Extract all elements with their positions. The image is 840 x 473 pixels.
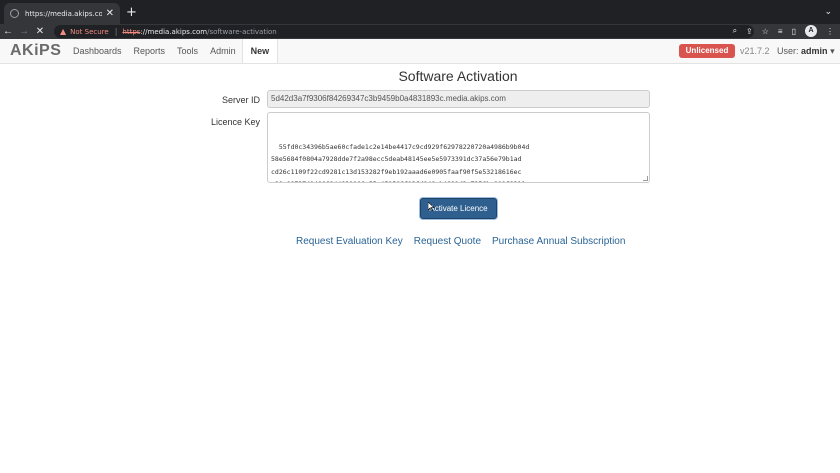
licence-key-textarea[interactable]: 55fd0c34396b5ae60cfade1c2e14be4417c9cd92… <box>267 112 650 183</box>
star-icon[interactable]: ☆ <box>762 27 769 36</box>
licence-key-text: 55fd0c34396b5ae60cfade1c2e14be4417c9cd92… <box>271 142 530 183</box>
profile-avatar[interactable]: A <box>805 25 817 37</box>
toolbar-actions: ⌕ ⇪ ☆ ≡ ▯ A ⋮ <box>733 25 834 37</box>
caret-down-icon: ▾ <box>830 46 835 56</box>
url-host: media.akips.com <box>147 27 208 36</box>
stop-icon[interactable]: ✕ <box>32 26 48 37</box>
zoom-icon[interactable]: ⌕ <box>733 26 737 36</box>
licence-key-label: Licence Key <box>210 117 260 127</box>
page-title: Software Activation <box>398 68 518 84</box>
url-scheme: https <box>122 27 141 36</box>
resize-handle[interactable] <box>643 176 648 181</box>
server-id-field: 5d42d3a7f9306f84269347c3b9459b0a4831893c… <box>267 90 650 108</box>
browser-tab[interactable]: https://media.akips.com/softw... ✕ <box>4 3 120 24</box>
forward-icon[interactable]: → <box>16 26 32 37</box>
user-label: User: <box>777 46 799 56</box>
main-menu: Dashboards Reports Tools Admin New <box>67 39 279 63</box>
unlicensed-badge: Unlicensed <box>679 44 735 58</box>
sidebar-icon[interactable]: ▯ <box>792 27 796 36</box>
action-links: Request Evaluation Key Request Quote Pur… <box>296 236 625 247</box>
warning-icon: ▲ <box>60 27 67 36</box>
server-id-label: Server ID <box>221 95 260 105</box>
user-menu[interactable]: User: admin ▾ <box>777 46 835 57</box>
tab-title: https://media.akips.com/softw... <box>25 9 102 18</box>
back-icon[interactable]: ← <box>0 26 16 37</box>
kebab-menu-icon[interactable]: ⋮ <box>826 27 834 36</box>
version-label: v21.7.2 <box>740 46 770 56</box>
globe-icon <box>10 9 19 18</box>
menu-admin[interactable]: Admin <box>204 39 242 63</box>
menu-tools[interactable]: Tools <box>171 39 204 63</box>
share-icon[interactable]: ⇪ <box>746 27 753 36</box>
browser-toolbar: ← → ✕ ▲ Not Secure | https :// media.aki… <box>0 24 840 39</box>
request-quote-link[interactable]: Request Quote <box>414 236 481 247</box>
akips-logo[interactable]: AKiPS <box>10 42 61 60</box>
menu-dashboards[interactable]: Dashboards <box>67 39 128 63</box>
menu-reports[interactable]: Reports <box>128 39 172 63</box>
url-path: /software-activation <box>207 27 277 36</box>
request-evaluation-key-link[interactable]: Request Evaluation Key <box>296 236 403 247</box>
new-tab-icon[interactable]: + <box>126 5 137 20</box>
close-icon[interactable]: ✕ <box>106 8 114 19</box>
app-header: AKiPS Dashboards Reports Tools Admin New… <box>0 39 840 64</box>
reading-list-icon[interactable]: ≡ <box>778 27 783 36</box>
address-bar[interactable]: ▲ Not Secure | https :// media.akips.com… <box>54 25 754 38</box>
divider: | <box>114 27 118 36</box>
chevron-down-icon[interactable]: ⌄ <box>824 6 832 17</box>
mouse-cursor-icon <box>428 202 435 211</box>
purchase-subscription-link[interactable]: Purchase Annual Subscription <box>492 236 625 247</box>
menu-new[interactable]: New <box>241 39 279 63</box>
not-secure-label: Not Secure <box>70 27 109 36</box>
browser-tab-strip: https://media.akips.com/softw... ✕ + ⌄ <box>0 0 840 24</box>
user-name: admin <box>801 46 828 56</box>
url-sep: :// <box>140 27 148 36</box>
